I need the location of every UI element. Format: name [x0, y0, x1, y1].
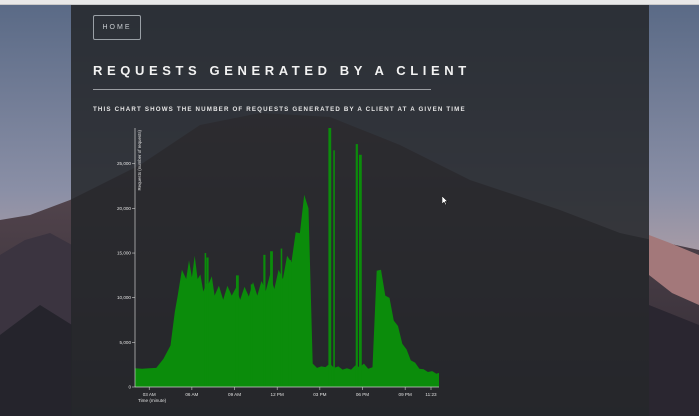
x-tick-label: 06 AM — [185, 392, 198, 397]
requests-spike — [333, 150, 335, 387]
chart-description: THIS CHART SHOWS THE NUMBER OF REQUESTS … — [93, 106, 466, 113]
x-tick-label: 09 AM — [228, 392, 241, 397]
y-tick-label: 15,000 — [117, 251, 131, 256]
y-tick-label: 10,000 — [117, 295, 131, 300]
requests-spike — [328, 128, 332, 387]
x-tick-label: 12 PM — [271, 392, 284, 397]
requests-spike — [235, 275, 239, 387]
x-tick-label: 03 PM — [313, 392, 326, 397]
requests-area-chart: 0 5,000 10,000 15,000 20,000 25,000 03 AM 06 AM… — [110, 124, 445, 403]
page-title: REQUESTS GENERATED BY A CLIENT — [93, 63, 471, 78]
mouse-cursor-icon — [442, 196, 448, 205]
requests-spike — [358, 154, 362, 387]
requests-spike — [355, 144, 358, 387]
x-tick-label: 11:23 — [425, 392, 437, 397]
x-tick-label: 03 AM — [143, 392, 156, 397]
requests-spike — [250, 284, 253, 387]
y-tick-label: 0 — [128, 385, 131, 390]
requests-spike — [270, 251, 273, 387]
x-axis-label: Time (minute) — [138, 398, 167, 403]
requests-spike — [204, 253, 207, 387]
requests-spike — [288, 260, 292, 387]
title-divider — [93, 89, 431, 90]
y-axis-label: Requests (number of requests) — [137, 129, 142, 190]
requests-spike — [280, 248, 283, 387]
y-tick-label: 20,000 — [117, 206, 131, 211]
y-tick-label: 5,000 — [120, 340, 132, 345]
requests-spike — [206, 257, 209, 387]
requests-area — [135, 194, 439, 387]
requests-spike — [263, 254, 266, 387]
y-tick-label: 25,000 — [117, 161, 131, 166]
home-button[interactable]: HOME — [93, 15, 141, 40]
x-tick-label: 09 PM — [399, 392, 412, 397]
x-tick-label: 06 PM — [356, 392, 369, 397]
